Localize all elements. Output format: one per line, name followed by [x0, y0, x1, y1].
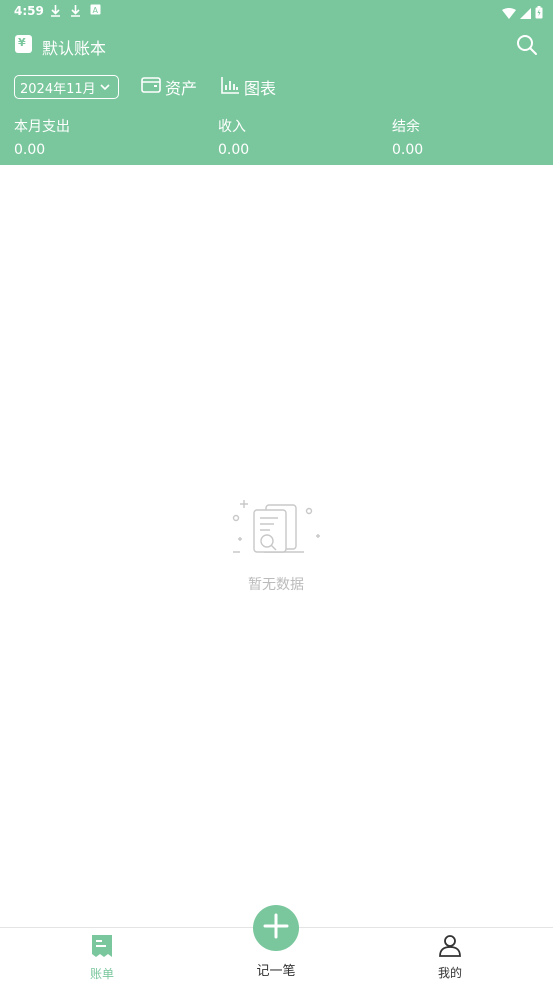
balance-value: 0.00 — [392, 142, 424, 158]
balance-summary: 结余 0.00 — [392, 116, 423, 158]
income-label: 收入 — [218, 119, 246, 135]
svg-text:A: A — [93, 6, 99, 15]
add-record-label[interactable]: 记一笔 — [252, 960, 300, 979]
expense-value: 0.00 — [14, 142, 46, 158]
download-icon — [50, 4, 61, 20]
empty-state-text: 暂无数据 — [248, 577, 304, 593]
chart-button[interactable]: 图表 — [221, 75, 276, 99]
user-icon — [438, 933, 462, 961]
balance-label: 结余 — [392, 119, 420, 135]
ledger-book-icon[interactable] — [15, 35, 32, 53]
income-summary: 收入 0.00 — [218, 116, 249, 158]
wallet-icon — [141, 76, 161, 98]
nav-mine-label: 我的 — [437, 966, 462, 980]
toolbar: 2024年11月 资产 图表 — [0, 73, 553, 101]
signal-icon — [520, 4, 531, 23]
expense-label: 本月支出 — [14, 119, 70, 135]
status-time: 4:59 — [14, 4, 44, 18]
month-selector[interactable]: 2024年11月 — [14, 75, 119, 99]
download-icon — [70, 4, 81, 20]
assets-label: 资产 — [165, 79, 198, 98]
empty-state-illustration — [226, 496, 326, 564]
chevron-down-icon — [99, 81, 111, 93]
plus-icon — [263, 913, 289, 943]
status-bar: 4:59 A — [0, 0, 553, 24]
chart-label: 图表 — [244, 79, 277, 98]
notification-a-icon: A — [90, 4, 101, 18]
bill-icon — [91, 934, 113, 962]
nav-bills-label: 账单 — [89, 967, 114, 981]
nav-mine[interactable]: 我的 — [400, 928, 500, 983]
wifi-icon — [502, 4, 516, 23]
search-icon[interactable] — [515, 33, 539, 57]
add-record-button[interactable] — [253, 905, 299, 951]
title-bar: 默认账本 — [0, 30, 553, 60]
ledger-title[interactable]: 默认账本 — [42, 35, 106, 59]
month-value: 2024年11月 — [20, 81, 96, 97]
empty-document-search-icon — [226, 500, 326, 564]
bar-chart-icon — [221, 76, 240, 98]
expense-summary: 本月支出 0.00 — [14, 116, 70, 158]
battery-icon — [535, 4, 543, 23]
nav-bills[interactable]: 账单 — [52, 928, 152, 983]
monthly-summary: 本月支出 0.00 收入 0.00 结余 0.00 — [0, 116, 553, 162]
app-header: 4:59 A 默认账本 2024年11月 — [0, 0, 553, 165]
income-value: 0.00 — [218, 142, 250, 158]
assets-button[interactable]: 资产 — [141, 75, 197, 99]
